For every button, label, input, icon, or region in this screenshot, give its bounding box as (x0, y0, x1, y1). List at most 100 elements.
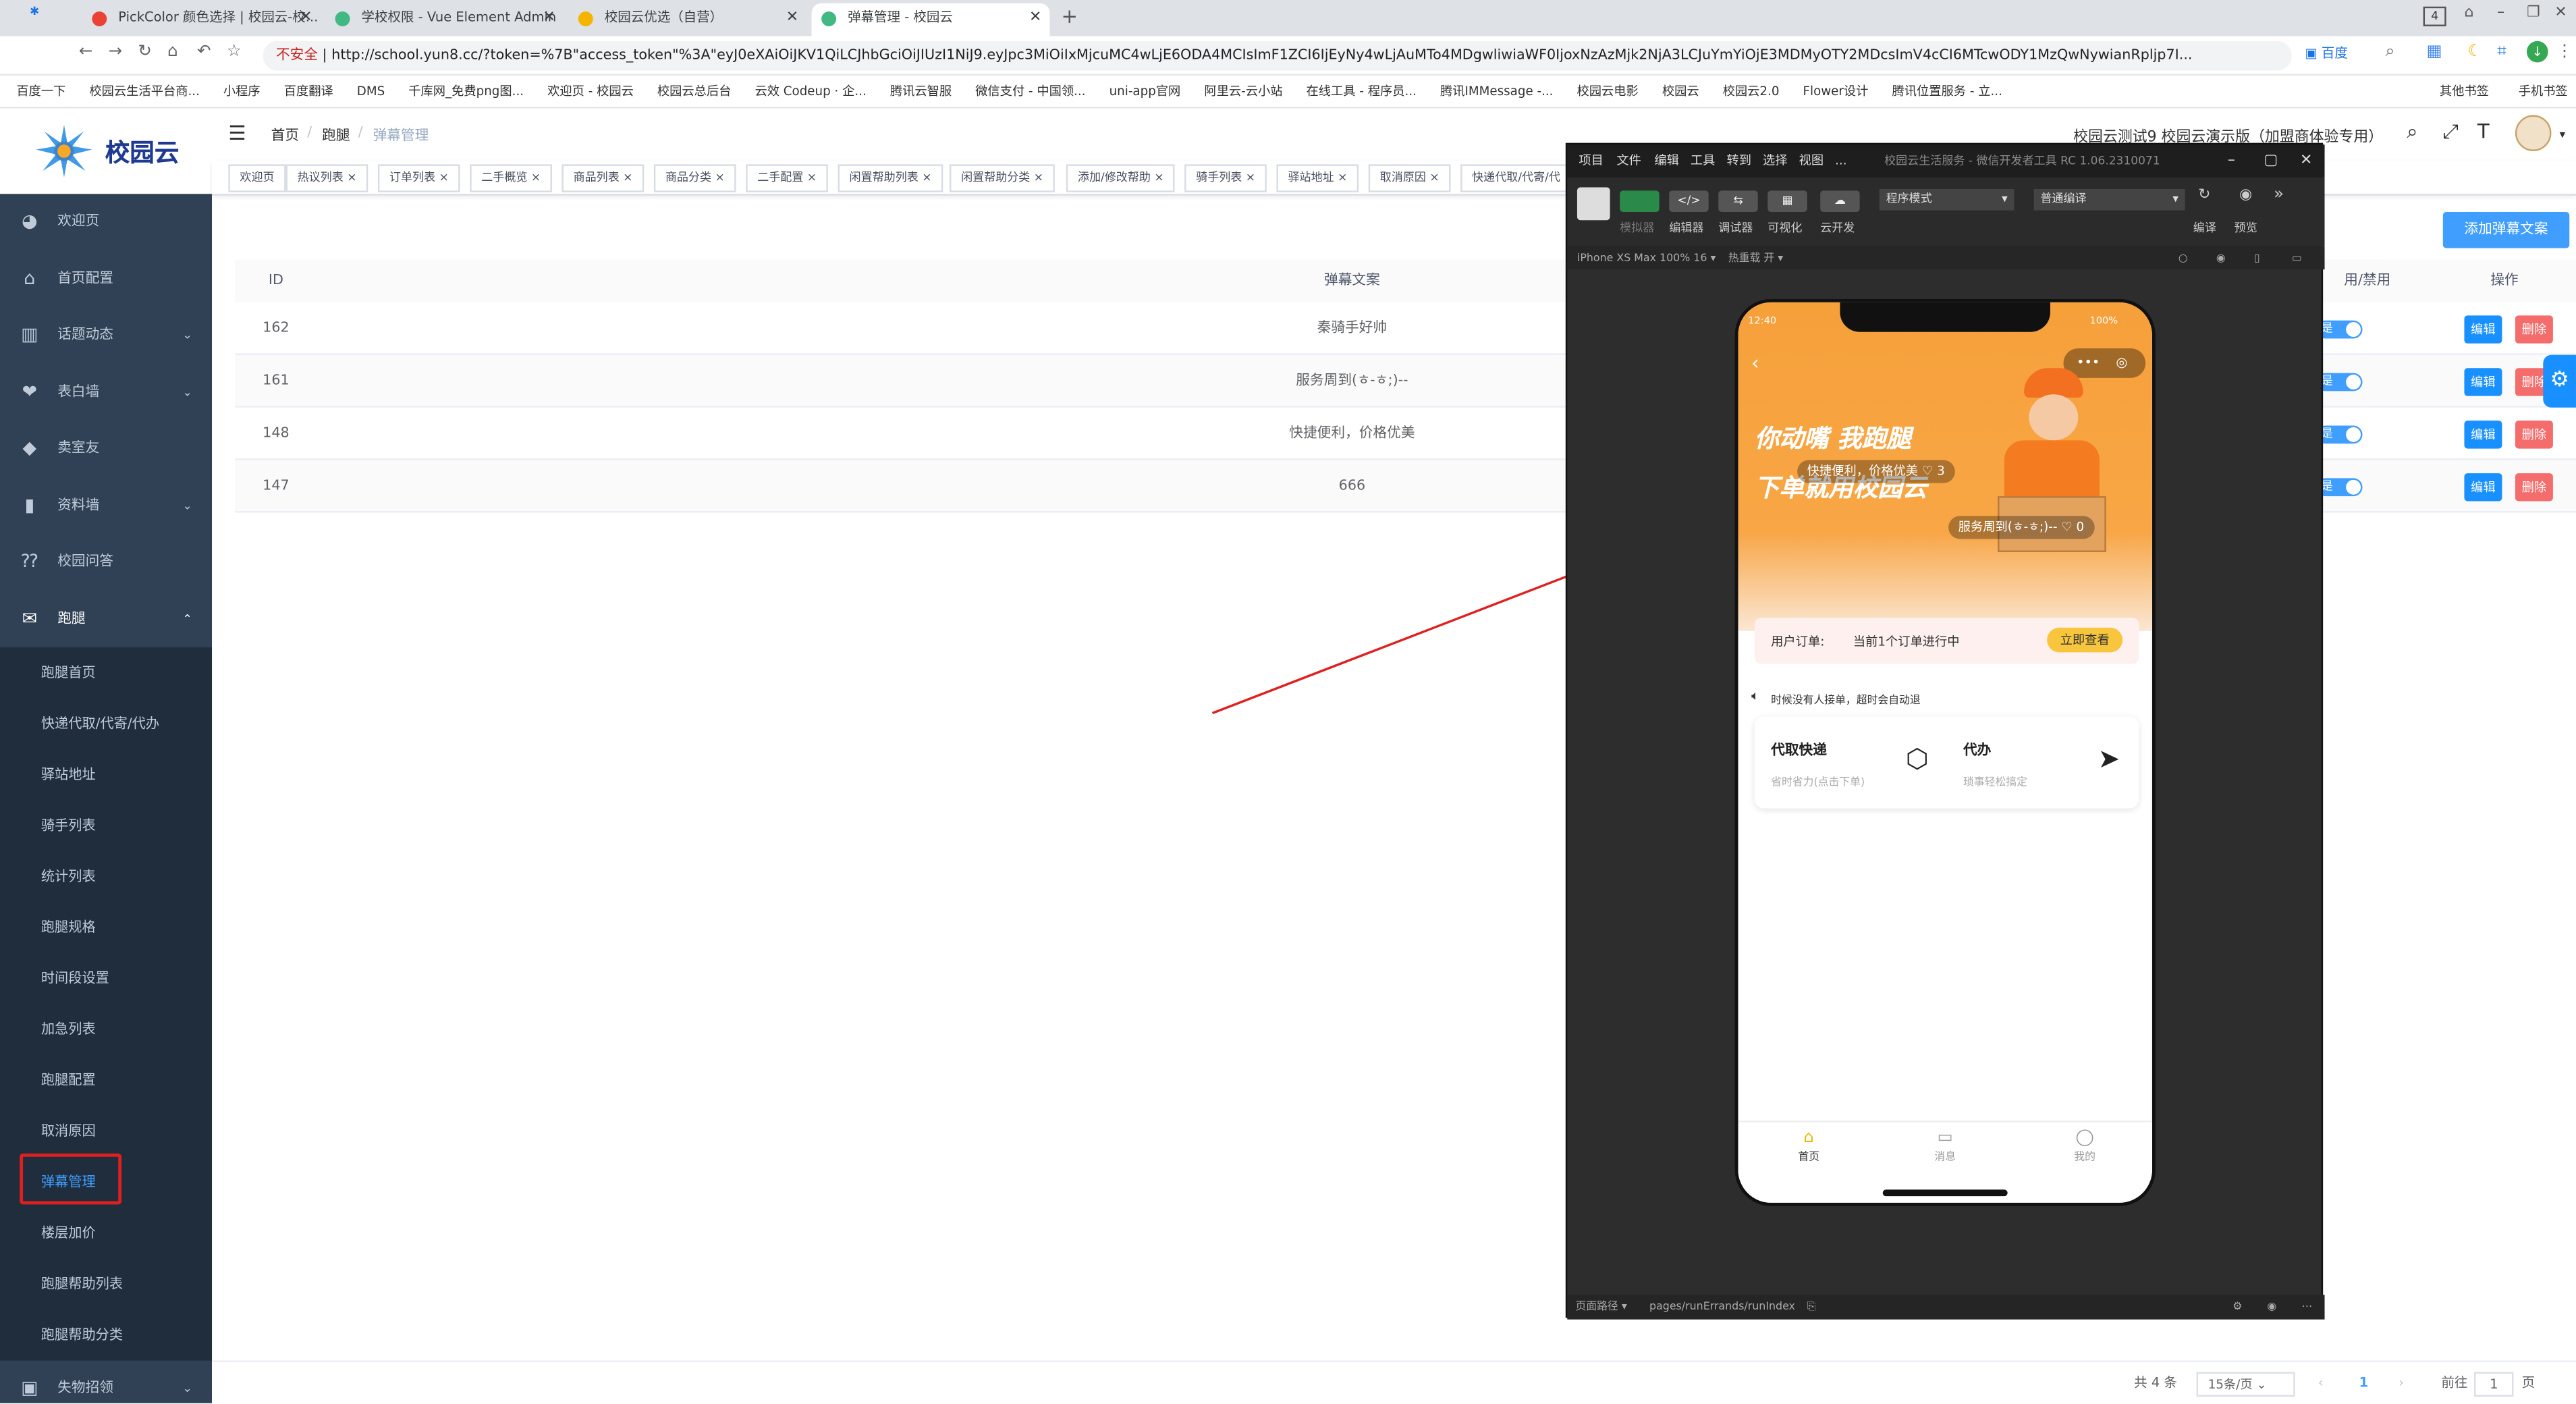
bookmark-item[interactable]: 校园云 (1662, 84, 1699, 99)
sidebar-sub-timeslot[interactable]: 时间段设置 (0, 953, 212, 1004)
undo-icon[interactable]: ↶ (197, 43, 211, 61)
maximize-window-icon[interactable]: ❐ (2527, 5, 2540, 21)
sidebar-item-welcome[interactable]: ◕ 欢迎页 (0, 194, 212, 250)
bookmark-item[interactable]: 校园云2.0 (1723, 84, 1780, 99)
tab-mine[interactable]: ◯ 我的 (2060, 1129, 2110, 1163)
tag-cancel-reason[interactable]: 取消原因 × (1368, 164, 1451, 192)
menu-goto[interactable]: 转到 (1726, 144, 1751, 178)
tag-idle-help-list[interactable]: 闲置帮助列表 × (838, 164, 943, 192)
browser-tab-youxuan[interactable]: 校园云优选（自营） ✕ (568, 3, 806, 36)
mode-select[interactable]: 程序模式 ▾ (1879, 188, 2015, 211)
close-tag-icon[interactable]: × (1246, 171, 1255, 184)
menu-tools[interactable]: 工具 (1691, 144, 1716, 178)
sidebar-item-qa[interactable]: ⁇ 校园问答 (0, 534, 212, 590)
tab-messages[interactable]: ▭ 消息 (1921, 1129, 1970, 1163)
sidebar-sub-help-category[interactable]: 跑腿帮助分类 (0, 1310, 212, 1360)
bookmark-item[interactable]: 微信支付 - 中国领... (975, 84, 1085, 99)
sidebar-sub-express[interactable]: 快递代取/代寄/代办 (0, 699, 212, 749)
close-tag-icon[interactable]: × (1154, 171, 1163, 184)
status-switch[interactable]: 是 (2316, 425, 2363, 444)
back-arrow-icon[interactable]: ‹ (1751, 352, 1759, 375)
bookmark-item[interactable]: 千库网_免费png图... (408, 84, 524, 99)
next-page-icon[interactable]: › (2399, 1362, 2404, 1403)
delete-button[interactable]: 删除 (2515, 473, 2553, 502)
expand-icon[interactable]: » (2274, 186, 2284, 204)
eye-icon[interactable]: ◉ (2267, 1295, 2276, 1320)
search-icon[interactable]: ⌕ (2407, 120, 2417, 145)
close-tab-icon[interactable]: ✕ (300, 3, 312, 33)
menu-edit[interactable]: 编辑 (1654, 144, 1679, 178)
sidebar-item-errands[interactable]: ✉ 跑腿 ⌃ (0, 591, 212, 647)
minimize-window-icon[interactable]: – (2497, 5, 2504, 21)
new-tab-icon[interactable]: + (1062, 5, 1078, 28)
bookmark-item[interactable]: 腾讯云智服 (890, 84, 952, 99)
window-icon[interactable]: ▭ (2292, 246, 2302, 269)
bookmark-item[interactable]: 校园云生活平台商... (89, 84, 199, 99)
bookmark-mobile[interactable]: 手机书签 (2519, 76, 2568, 107)
apps-grid-icon[interactable]: ▦ (2426, 43, 2442, 61)
bug-icon[interactable]: ⚙ (2232, 1295, 2242, 1320)
code-icon[interactable]: </> (1669, 190, 1709, 213)
menu-file[interactable]: 文件 (1616, 144, 1641, 178)
sidebar-item-home-config[interactable]: ⌂ 首页配置 (0, 251, 212, 307)
settings-gear-icon[interactable]: ⚙ (2543, 354, 2576, 408)
close-tab-icon[interactable]: ✕ (786, 3, 798, 33)
bookmark-item[interactable]: 云效 Codeup · 企... (755, 84, 866, 99)
menu-more[interactable]: ... (1835, 144, 1846, 178)
tag-idle-help-category[interactable]: 闲置帮助分类 × (950, 164, 1056, 192)
close-tag-icon[interactable]: × (807, 171, 817, 184)
edit-button[interactable]: 编辑 (2464, 315, 2502, 344)
sidebar-sub-cancel[interactable]: 取消原因 (0, 1106, 212, 1156)
delete-button[interactable]: 删除 (2515, 421, 2553, 449)
close-circle-icon[interactable]: ◎ (2116, 348, 2127, 378)
search-icon[interactable]: ⌕ (2386, 43, 2395, 61)
bookmark-other[interactable]: 其他书签 (2440, 76, 2489, 107)
browser-tab-pickcolor[interactable]: PickColor 颜色选择 | 校园云-校... ✕ (82, 3, 321, 36)
status-switch[interactable]: 是 (2316, 320, 2363, 339)
minimize-window-icon[interactable]: – (2228, 144, 2235, 178)
sidebar-item-lost-found[interactable]: ▣ 失物招领 ⌄ (0, 1361, 212, 1403)
close-tag-icon[interactable]: × (439, 171, 449, 184)
goto-page-input[interactable]: 1 (2474, 1372, 2514, 1397)
tag-order-list[interactable]: 订单列表 × (377, 164, 460, 192)
close-tag-icon[interactable]: × (715, 171, 724, 184)
record-icon[interactable]: ◉ (2216, 246, 2226, 269)
tag-goods-list[interactable]: 商品列表 × (561, 164, 645, 192)
bookmark-item[interactable]: 欢迎页 - 校园云 (547, 84, 634, 99)
copy-icon[interactable]: ⎘ (1807, 1295, 1816, 1320)
browser-tab-vue-admin[interactable]: 学校权限 - Vue Element Admin ✕ (325, 3, 564, 36)
menu-dots-icon[interactable]: ⋮ (2556, 43, 2573, 61)
page-path-label[interactable]: 页面路径 ▾ (1575, 1295, 1626, 1320)
tab-count-badge[interactable]: 4 (2423, 6, 2446, 26)
cloud-icon[interactable]: ☁ (1820, 190, 1860, 213)
edit-button[interactable]: 编辑 (2464, 473, 2502, 502)
crop-icon[interactable]: ⌗ (2497, 43, 2506, 61)
font-size-icon[interactable]: T (2477, 120, 2490, 143)
tag-second-config[interactable]: 二手配置 × (746, 164, 829, 192)
sidebar-sub-help-list[interactable]: 跑腿帮助列表 (0, 1259, 212, 1310)
hot-reload-toggle[interactable]: 热重载 开 ▾ (1728, 246, 1783, 269)
tag-add-help[interactable]: 添加/修改帮助 × (1066, 164, 1176, 192)
download-icon[interactable]: ↓ (2526, 40, 2548, 63)
sidebar-sub-floor[interactable]: 楼层加价 (0, 1208, 212, 1258)
debug-icon[interactable]: ⇆ (1718, 190, 1758, 213)
sidebar-item-confession[interactable]: ❤ 表白墙 ⌄ (0, 364, 212, 421)
hamburger-icon[interactable]: ☰ (228, 122, 246, 144)
sidebar-item-materials[interactable]: ▮ 资料墙 ⌄ (0, 478, 212, 534)
url-field[interactable]: 不安全 | http://school.yun8.cc/?token=%7B"a… (263, 40, 2292, 71)
devtools-avatar[interactable] (1577, 187, 1610, 221)
close-tag-icon[interactable]: × (1338, 171, 1347, 184)
sidebar-sub-riders[interactable]: 骑手列表 (0, 801, 212, 851)
close-tag-icon[interactable]: × (347, 171, 356, 184)
page-size-select[interactable]: 15条/页 ⌄ (2196, 1372, 2295, 1397)
tag-goods-category[interactable]: 商品分类 × (653, 164, 736, 192)
close-window-icon[interactable]: ✕ (2554, 5, 2567, 21)
tag-express[interactable]: 快递代取/代寄/代 (1460, 164, 1569, 192)
bookmark-item[interactable]: 小程序 (223, 84, 261, 99)
status-switch[interactable]: 是 (2316, 478, 2363, 497)
edit-button[interactable]: 编辑 (2464, 421, 2502, 449)
sidebar-sub-urgent[interactable]: 加急列表 (0, 1004, 212, 1054)
heart-outline-icon[interactable]: ♡ (2061, 519, 2072, 534)
sidebar-sub-errands-home[interactable]: 跑腿首页 (0, 647, 212, 698)
service-express[interactable]: 代取快递 省时省力(点击下单) ⬡ (1755, 716, 1947, 808)
